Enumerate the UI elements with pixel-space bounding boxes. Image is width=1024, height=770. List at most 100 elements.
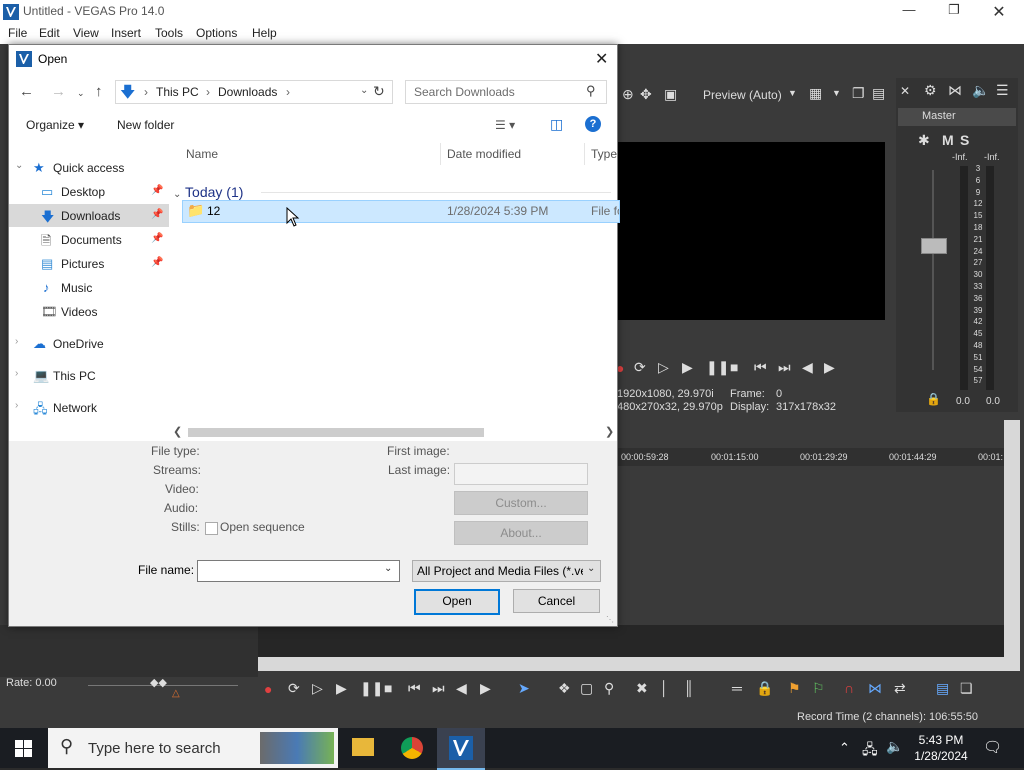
chevron-down-icon[interactable]: ▼ bbox=[832, 88, 841, 98]
nav-desktop[interactable]: ▭ Desktop 📌 bbox=[9, 180, 169, 203]
taskbar-search-input[interactable]: Type here to search bbox=[88, 740, 221, 757]
close-button[interactable]: ✕ bbox=[985, 2, 1013, 22]
go-to-start-icon[interactable]: ⏮ bbox=[408, 680, 421, 697]
pin-icon[interactable]: 📌 bbox=[151, 257, 163, 268]
notifications-icon[interactable]: 🗨 bbox=[983, 738, 1002, 756]
split-screen-icon[interactable]: ⊕ bbox=[622, 86, 634, 103]
pin-icon[interactable]: 📌 bbox=[151, 185, 163, 196]
split-icon[interactable]: ║ bbox=[684, 680, 694, 696]
address-bar[interactable]: 🡇 › This PC › Downloads › ⌄ bbox=[115, 80, 393, 104]
preview-pane-icon[interactable]: ◫ bbox=[550, 116, 563, 133]
column-header-name[interactable]: Name bbox=[186, 147, 218, 161]
menu-file[interactable]: File bbox=[8, 26, 27, 40]
file-name-field[interactable]: ⌄ bbox=[197, 560, 400, 582]
stop-icon[interactable]: ■ bbox=[384, 680, 392, 696]
region-icon[interactable]: ⚐ bbox=[812, 680, 825, 697]
menu-insert[interactable]: Insert bbox=[111, 26, 141, 40]
trim-icon[interactable]: │ bbox=[660, 680, 669, 696]
chevron-down-icon[interactable]: ⌄ bbox=[15, 160, 23, 171]
master-fader[interactable] bbox=[921, 238, 947, 254]
dialog-close-button[interactable]: ✕ bbox=[595, 49, 608, 69]
nav-network[interactable]: › 🖧 Network bbox=[9, 396, 169, 419]
stop-icon[interactable]: ■ bbox=[730, 359, 738, 375]
open-button[interactable]: Open bbox=[414, 589, 500, 615]
play-icon[interactable]: ▶ bbox=[682, 359, 693, 376]
last-image-field[interactable] bbox=[454, 463, 588, 485]
resize-grip-icon[interactable]: ⋱ bbox=[606, 615, 614, 624]
rate-slider-thumb[interactable]: ◆◆ bbox=[150, 676, 167, 689]
custom-button[interactable]: Custom... bbox=[454, 491, 588, 515]
search-box[interactable]: Search Downloads ⚲ bbox=[405, 80, 607, 104]
menu-edit[interactable]: Edit bbox=[39, 26, 60, 40]
help-icon[interactable]: ? bbox=[585, 116, 601, 132]
minimize-button[interactable]: — bbox=[895, 2, 923, 22]
refresh-icon[interactable]: ↻ bbox=[373, 83, 385, 100]
capture-icon[interactable]: ❏ bbox=[960, 680, 973, 697]
taskbar-vegas-button[interactable] bbox=[437, 728, 485, 770]
nav-videos[interactable]: 🎞 Videos bbox=[9, 300, 169, 323]
nav-documents[interactable]: 🗎 Documents 📌 bbox=[9, 228, 169, 251]
organize-button[interactable]: Organize ▾ bbox=[26, 118, 84, 132]
open-sequence-checkbox[interactable] bbox=[205, 522, 218, 535]
chrome-icon[interactable] bbox=[401, 737, 423, 759]
go-to-end-icon[interactable]: ⏭ bbox=[432, 680, 445, 697]
recent-locations-dropdown[interactable]: ⌄ bbox=[77, 88, 85, 99]
fx-icon[interactable]: ✱ bbox=[918, 132, 930, 149]
lock-icon[interactable]: 🔒 bbox=[756, 680, 773, 697]
menu-options[interactable]: Options bbox=[196, 26, 237, 40]
close-icon[interactable]: ✕ bbox=[900, 84, 910, 98]
go-to-end-icon[interactable]: ⏭ bbox=[778, 359, 791, 376]
menu-tools[interactable]: Tools bbox=[155, 26, 183, 40]
view-options-icon[interactable]: ☰ ▾ bbox=[495, 118, 515, 132]
breadcrumb-this-pc[interactable]: This PC bbox=[156, 85, 199, 99]
loop-icon[interactable]: ⟳ bbox=[288, 680, 300, 697]
file-list-horizontal-scrollbar[interactable]: ❮ ❯ bbox=[171, 424, 617, 441]
snapping-magnet-icon[interactable]: ∩ bbox=[844, 680, 854, 696]
lock-icon[interactable]: 🔒 bbox=[926, 392, 941, 406]
preview-mode-dropdown[interactable]: Preview (Auto) bbox=[703, 88, 782, 102]
chevron-down-icon[interactable]: ⌄ bbox=[384, 563, 392, 574]
taskbar-search-box[interactable]: ⚲ Type here to search bbox=[48, 728, 338, 768]
scrollbar-thumb[interactable] bbox=[188, 428, 484, 437]
normal-edit-tool-icon[interactable]: ➤ bbox=[518, 680, 530, 697]
loop-icon[interactable]: ⟳ bbox=[634, 359, 646, 376]
chevron-right-icon[interactable]: › bbox=[15, 400, 18, 411]
windows-start-icon[interactable] bbox=[15, 740, 32, 757]
column-header-date[interactable]: Date modified bbox=[447, 147, 521, 161]
sliders-icon[interactable]: ☰ bbox=[996, 82, 1009, 99]
file-explorer-icon[interactable] bbox=[352, 738, 374, 756]
nav-this-pc[interactable]: › 💻 This PC bbox=[9, 364, 169, 387]
menu-help[interactable]: Help bbox=[252, 26, 277, 40]
pin-icon[interactable]: 📌 bbox=[151, 209, 163, 220]
record-icon[interactable]: ● bbox=[264, 681, 272, 697]
previous-frame-icon[interactable]: ◀ bbox=[456, 680, 467, 697]
gear-icon[interactable]: ⚙ bbox=[924, 82, 937, 99]
scroll-left-icon[interactable]: ❮ bbox=[173, 425, 182, 438]
selection-tool-icon[interactable]: ▢ bbox=[580, 680, 593, 697]
ignore-grouping-icon[interactable]: ═ bbox=[732, 680, 742, 696]
timeline-horizontal-scrollbar[interactable] bbox=[258, 657, 1020, 671]
nav-onedrive[interactable]: › ☁ OneDrive bbox=[9, 332, 169, 355]
overlay-icon[interactable]: ▣ bbox=[664, 86, 677, 103]
forward-button[interactable]: → bbox=[51, 83, 66, 100]
nav-music[interactable]: ♪ Music bbox=[9, 276, 169, 299]
search-input[interactable]: Search Downloads bbox=[414, 85, 515, 99]
nav-quick-access[interactable]: ⌄ ★ Quick access bbox=[9, 156, 169, 179]
nav-downloads[interactable]: 🡇 Downloads 📌 bbox=[9, 204, 169, 227]
pause-icon[interactable]: ❚❚ bbox=[360, 680, 383, 697]
play-icon[interactable]: ▶ bbox=[336, 680, 347, 697]
pin-icon[interactable]: 📌 bbox=[151, 233, 163, 244]
cancel-button[interactable]: Cancel bbox=[513, 589, 600, 613]
clock-date[interactable]: 1/28/2024 bbox=[912, 749, 970, 763]
grid-icon[interactable]: ▦ bbox=[809, 85, 822, 102]
back-button[interactable]: ← bbox=[19, 83, 34, 100]
previous-frame-icon[interactable]: ◀ bbox=[802, 359, 813, 376]
restore-button[interactable]: ❐ bbox=[940, 2, 968, 22]
chevron-up-icon[interactable]: ⌃ bbox=[839, 740, 850, 756]
new-folder-button[interactable]: New folder bbox=[117, 118, 174, 132]
clock-time[interactable]: 5:43 PM bbox=[917, 733, 965, 747]
up-button[interactable]: ↑ bbox=[95, 83, 103, 100]
network-status-icon[interactable]: 🖧 bbox=[862, 739, 878, 763]
save-snapshot-icon[interactable]: ▤ bbox=[872, 85, 885, 102]
chevron-down-icon[interactable]: ▼ bbox=[788, 88, 797, 98]
